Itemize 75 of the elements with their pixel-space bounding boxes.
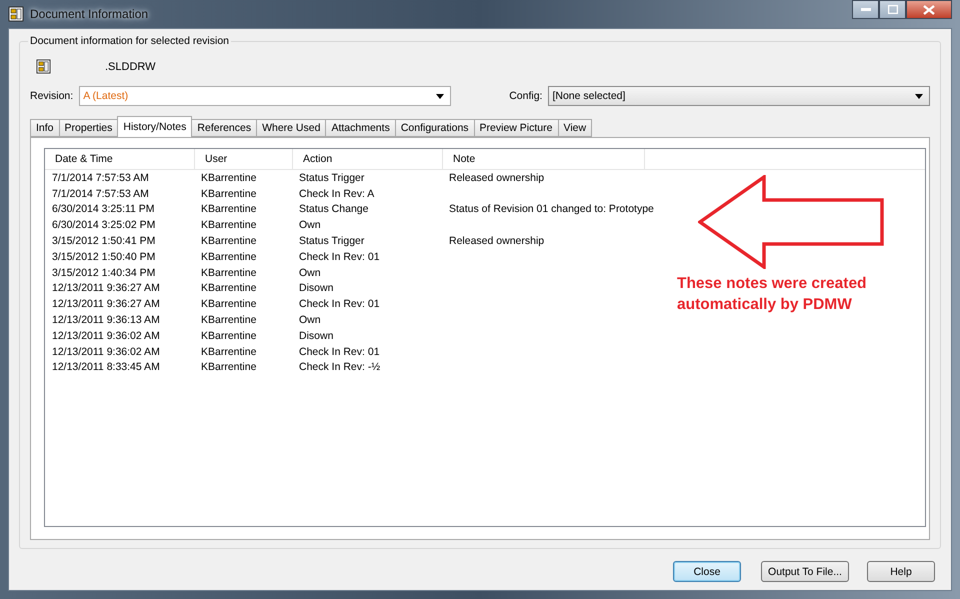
table-cell-text: 12/13/2011 9:36:13 AM	[51, 314, 161, 326]
table-cell-text: Released ownership	[448, 172, 544, 184]
tab[interactable]: Preview Picture	[474, 119, 558, 137]
table-cell-text: KBarrentine	[200, 266, 258, 279]
table-cell-text: KBarrentine	[200, 188, 258, 200]
table-cell-text: Check In Rev: 01	[298, 250, 381, 263]
table-cell-text: 12/13/2011 9:36:27 AM	[51, 298, 161, 310]
annotation-text: These notes were created automatically by PDMW	[677, 274, 868, 315]
document-name: .SLDDRW	[105, 60, 156, 72]
table-cell-text: Own	[298, 266, 322, 279]
table-cell-text: Check In Rev: 01	[298, 346, 381, 358]
table-cell-text: 3/15/2012 1:40:34 PM	[51, 266, 156, 279]
table-cell-text: KBarrentine	[200, 203, 258, 216]
table-cell-text: Disown	[298, 282, 334, 294]
table-cell-text: Check In Rev: A	[298, 188, 376, 200]
tab[interactable]: Attachments	[325, 119, 395, 137]
config-label: Config:	[509, 90, 542, 102]
table-cell-text: 12/13/2011 9:36:02 AM	[51, 330, 161, 342]
table-cell-text: KBarrentine	[200, 361, 258, 374]
table-cell-text: 12/13/2011 9:36:27 AM	[51, 282, 161, 294]
column-header[interactable]: Note	[443, 149, 645, 169]
table-cell-text: Check In Rev: -½	[298, 361, 382, 374]
document-icon	[8, 6, 24, 22]
config-dropdown[interactable]: [None selected]	[548, 86, 930, 106]
table-cell-text: Status of Revision 01 changed to: Prototype	[448, 203, 654, 216]
revision-label: Revision:	[30, 90, 74, 102]
close-button[interactable]	[906, 0, 952, 19]
dropdown-arrow-icon	[436, 94, 444, 98]
minimize-button[interactable]	[852, 0, 879, 19]
tab[interactable]: History/Notes	[117, 116, 192, 137]
drawing-file-icon	[36, 59, 51, 74]
tab[interactable]: Where Used	[256, 119, 326, 137]
table-cell-text: KBarrentine	[200, 298, 258, 310]
table-cell-text: Status Change	[298, 203, 370, 216]
window-title: Document Information	[30, 7, 148, 21]
column-header[interactable]: Action	[293, 149, 443, 169]
group-title: Document information for selected revision	[29, 35, 230, 47]
table-cell-text: KBarrentine	[200, 346, 258, 358]
table-cell-text: Status Trigger	[298, 172, 366, 184]
table-cell-text: KBarrentine	[200, 282, 258, 294]
table-cell-text: Check In Rev: 01	[298, 298, 381, 310]
table-cell-text: KBarrentine	[200, 172, 258, 184]
dialog-button[interactable]: Close	[673, 561, 741, 582]
dialog-button[interactable]: Output To File...	[761, 561, 849, 582]
table-cell-text: KBarrentine	[200, 250, 258, 263]
maximize-icon	[888, 5, 898, 14]
table-cell-text: Own	[298, 314, 322, 326]
table-cell-text: 12/13/2011 8:33:45 AM	[51, 361, 161, 374]
table-cell-text: KBarrentine	[200, 314, 258, 326]
table-cell-text: 7/1/2014 7:57:53 AM	[51, 188, 150, 200]
table-cell-text: Disown	[298, 330, 334, 342]
table-cell-text: KBarrentine	[200, 330, 258, 342]
table-cell-text: 12/13/2011 9:36:02 AM	[51, 346, 161, 358]
column-header[interactable]: Date & Time	[45, 149, 195, 169]
tab[interactable]: References	[191, 119, 256, 137]
table-cell-text: 6/30/2014 3:25:11 PM	[51, 203, 156, 216]
table-cell-text: Released ownership	[448, 235, 544, 248]
table-cell-text: KBarrentine	[200, 219, 258, 232]
dropdown-arrow-icon	[915, 94, 923, 98]
tab[interactable]: View	[558, 119, 592, 137]
column-header[interactable]: User	[195, 149, 293, 169]
table-cell-text: 3/15/2012 1:50:40 PM	[51, 250, 156, 263]
table-cell-text: KBarrentine	[200, 235, 258, 248]
maximize-button[interactable]	[879, 0, 906, 19]
minimize-icon	[860, 8, 870, 12]
table-cell-text: Own	[298, 219, 322, 232]
table-cell-text: 7/1/2014 7:57:53 AM	[51, 172, 150, 184]
table-cell-text: 6/30/2014 3:25:02 PM	[51, 219, 156, 232]
tab[interactable]: Info	[30, 119, 59, 137]
dialog-button[interactable]: Help	[867, 561, 935, 582]
tab[interactable]: Properties	[58, 119, 118, 137]
close-icon	[923, 4, 935, 14]
table-cell-text: 3/15/2012 1:50:41 PM	[51, 235, 156, 248]
tab[interactable]: Configurations	[394, 119, 474, 137]
table-cell-text: Status Trigger	[298, 235, 366, 248]
